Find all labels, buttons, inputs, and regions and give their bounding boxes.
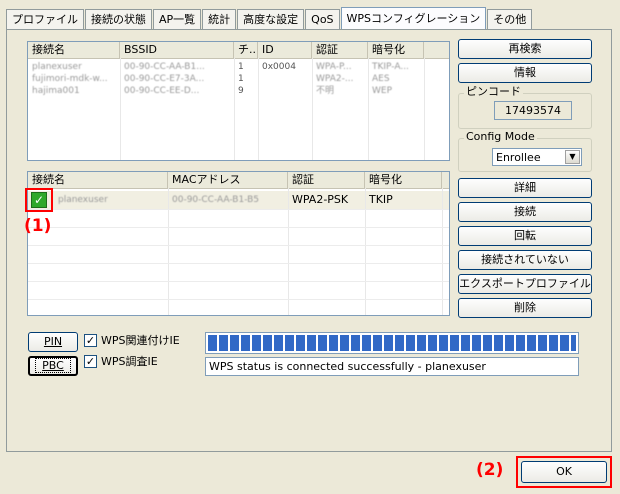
table-cell: 1	[238, 62, 244, 72]
table-cell: TKIP	[369, 193, 393, 206]
grid-line	[365, 188, 366, 315]
ok-button[interactable]: OK	[521, 461, 607, 483]
column-header[interactable]: 認証	[312, 42, 368, 58]
grid-line	[28, 281, 449, 282]
column-header[interactable]: 暗号化	[365, 172, 442, 188]
column-header[interactable]: 暗号化	[368, 42, 424, 58]
table-cell: planexuser	[32, 62, 82, 72]
tab-qos[interactable]: QoS	[305, 9, 340, 29]
grid-line	[28, 263, 449, 264]
table-cell: 9	[238, 86, 244, 96]
annotation-label-2: (2)	[476, 460, 504, 480]
table-cell: 00-90-CC-AA-B1-B5	[172, 195, 260, 205]
tab-bar: プロファイル 接続の状態 AP一覧 統計 高度な設定 QoS WPSコンフィグレ…	[6, 7, 533, 29]
table-cell: AES	[372, 74, 390, 84]
profile-list-header: 接続名 MACアドレス 認証 暗号化	[28, 172, 449, 189]
grid-line	[288, 188, 289, 315]
grid-line	[258, 58, 259, 160]
pin-code-field: 17493574	[494, 101, 572, 120]
table-cell: WPA-P...	[316, 62, 352, 72]
wps-progress-fill	[208, 335, 576, 351]
grid-line	[28, 245, 449, 246]
pin-button[interactable]: PIN	[28, 332, 78, 352]
delete-button[interactable]: 削除	[458, 298, 592, 318]
ap-list-header: 接続名 BSSID チ... ID 認証 暗号化	[28, 42, 449, 59]
table-cell: 1	[238, 74, 244, 84]
column-header[interactable]: BSSID	[120, 42, 234, 58]
wps-probe-ie-checkbox[interactable]: ✓	[84, 355, 97, 368]
pin-button-label: PIN	[43, 335, 63, 348]
column-header[interactable]: ID	[258, 42, 312, 58]
tab-ap-list[interactable]: AP一覧	[153, 9, 202, 29]
connected-check-icon: ✓	[31, 192, 47, 208]
table-cell: 00-90-CC-AA-B1...	[124, 62, 205, 72]
tab-link-status[interactable]: 接続の状態	[85, 9, 152, 29]
annotation-label-1: (1)	[24, 216, 52, 236]
wps-probe-ie-label: WPS調査IE	[101, 355, 158, 368]
info-button[interactable]: 情報	[458, 63, 592, 83]
export-profile-button[interactable]: エクスポートプロファイル	[458, 274, 592, 294]
config-mode-value: Enrollee	[496, 151, 541, 164]
tab-profile[interactable]: プロファイル	[6, 9, 84, 29]
grid-line	[168, 188, 169, 315]
rescan-button[interactable]: 再検索	[458, 39, 592, 59]
table-cell: planexuser	[58, 195, 108, 205]
table-cell: TKIP-A...	[372, 62, 409, 72]
tab-wps-configuration[interactable]: WPSコンフィグレーション	[340, 7, 487, 29]
grid-line	[442, 188, 443, 315]
column-header[interactable]: チ...	[234, 42, 258, 58]
pbc-button[interactable]: PBC	[28, 356, 78, 376]
table-cell: 不明	[316, 86, 335, 96]
table-cell: 0x0004	[262, 62, 296, 72]
grid-line	[28, 299, 449, 300]
table-cell: hajima001	[32, 86, 80, 96]
chevron-down-icon[interactable]: ▼	[565, 150, 580, 164]
table-row[interactable]: hajima001 00-90-CC-EE-D... 9 不明 WEP	[28, 85, 449, 97]
grid-line	[424, 58, 425, 160]
ap-list[interactable]: 接続名 BSSID チ... ID 認証 暗号化 planexuser 00-9…	[27, 41, 450, 161]
table-row[interactable]: planexuser 00-90-CC-AA-B1... 1 0x0004 WP…	[28, 61, 449, 73]
connect-button[interactable]: 接続	[458, 202, 592, 222]
profile-list[interactable]: 接続名 MACアドレス 認証 暗号化 planexuser 00-90-CC-A…	[27, 171, 450, 316]
pin-code-label: ピンコード	[464, 85, 523, 98]
config-mode-select[interactable]: Enrollee ▼	[492, 148, 582, 166]
column-header[interactable]: 認証	[288, 172, 365, 188]
table-row[interactable]: planexuser 00-90-CC-AA-B1-B5 WPA2-PSK TK…	[28, 191, 449, 209]
config-mode-label: Config Mode	[464, 130, 537, 143]
grid-line	[312, 58, 313, 160]
table-cell: 00-90-CC-E7-3A...	[124, 74, 205, 84]
grid-line	[28, 209, 449, 210]
wps-status-text: WPS status is connected successfully - p…	[205, 357, 579, 376]
details-button[interactable]: 詳細	[458, 178, 592, 198]
rotate-button[interactable]: 回転	[458, 226, 592, 246]
tab-other[interactable]: その他	[487, 9, 533, 29]
tab-statistics[interactable]: 統計	[202, 9, 237, 29]
wps-progress-bar	[205, 332, 579, 354]
column-header[interactable]: MACアドレス	[168, 172, 288, 188]
table-row[interactable]: fujimori-mdk-w... 00-90-CC-E7-3A... 1 WP…	[28, 73, 449, 85]
table-cell: WPA2-PSK	[292, 193, 349, 206]
column-header[interactable]: 接続名	[28, 172, 168, 188]
wps-associate-ie-checkbox[interactable]: ✓	[84, 334, 97, 347]
grid-line	[120, 58, 121, 160]
table-cell: WPA2-...	[316, 74, 354, 84]
disconnect-button[interactable]: 接続されていない	[458, 250, 592, 270]
pbc-button-label: PBC	[35, 358, 71, 373]
tab-advanced[interactable]: 高度な設定	[237, 9, 305, 29]
table-cell: fujimori-mdk-w...	[32, 74, 108, 84]
grid-line	[234, 58, 235, 160]
grid-line	[28, 227, 449, 228]
wps-associate-ie-label: WPS関連付けIE	[101, 334, 180, 347]
grid-line	[368, 58, 369, 160]
table-cell: WEP	[372, 86, 393, 96]
column-header[interactable]: 接続名	[28, 42, 120, 58]
table-cell: 00-90-CC-EE-D...	[124, 86, 200, 96]
